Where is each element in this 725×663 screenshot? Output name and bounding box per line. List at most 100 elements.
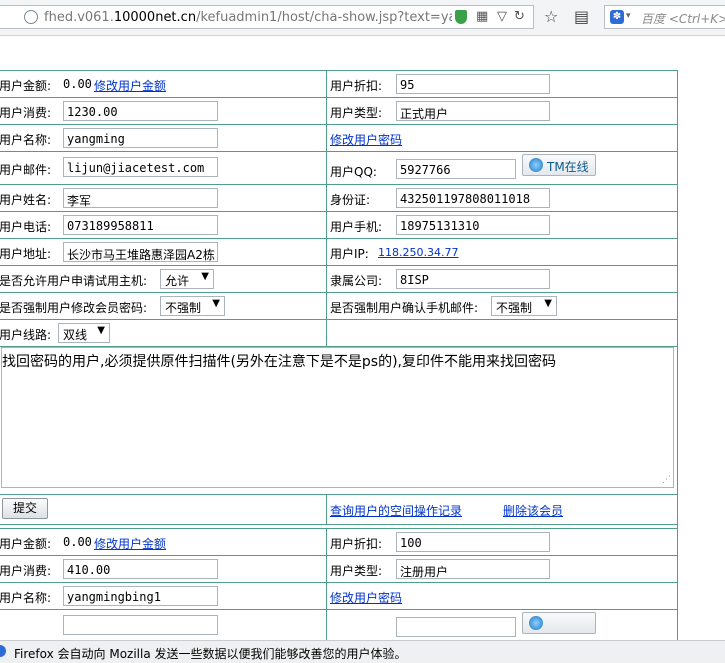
qr-code-icon[interactable]: ▦ xyxy=(476,10,488,24)
url-text[interactable]: fhed.v061.10000net.cn/kefuadmin1/host/ch… xyxy=(44,10,452,25)
phone-label: 用户电话: xyxy=(0,220,52,234)
table-cell: 用户QQ: 5927766 TM在线 xyxy=(328,152,677,184)
spend-input[interactable]: 410.00 xyxy=(63,559,218,579)
info-icon xyxy=(0,645,6,657)
table-row: 用户名称: yangmingbing1 修改用户密码 xyxy=(0,583,677,610)
submit-button[interactable]: 提交 xyxy=(2,498,48,519)
force-mail-select[interactable]: 不强制 ▼ xyxy=(491,296,557,316)
table-cell: 用户手机: 18975131310 xyxy=(328,212,677,238)
trial-select-value: 允许 xyxy=(165,274,190,288)
email-input[interactable] xyxy=(63,615,218,635)
page-content: 用户金额: 0.00 修改用户金额 用户折扣: 95 用户消费: 1230.00… xyxy=(0,62,725,640)
table-row: 用户线路: 双线 ▼ xyxy=(0,320,677,347)
force-password-select-value: 不强制 xyxy=(165,301,202,315)
force-password-select[interactable]: 不强制 ▼ xyxy=(160,296,225,316)
qq-label: 用户QQ: xyxy=(330,165,377,179)
qq-input[interactable] xyxy=(396,617,516,637)
edit-password-link[interactable]: 修改用户密码 xyxy=(330,589,402,606)
table-cell: 用户名称: yangmingbing1 xyxy=(0,583,327,609)
table-row: 是否允许用户申请试用主机: 允许 ▼ 隶属公司: 8ISP xyxy=(0,266,677,293)
table-cell: 用户金额: 0.00 修改用户金额 xyxy=(0,71,327,97)
search-engine-dropdown-icon[interactable]: ▾ xyxy=(626,11,631,21)
address-bar[interactable]: fhed.v061.10000net.cn/kefuadmin1/host/ch… xyxy=(0,5,534,29)
table-cell: 用户类型: 注册用户 xyxy=(328,556,677,582)
name-input[interactable]: yangming xyxy=(63,128,218,148)
table-cell: 用户消费: 1230.00 xyxy=(0,98,327,124)
tm-chat-icon xyxy=(529,616,543,630)
table-row: 用户电话: 073189958811 用户手机: 18975131310 xyxy=(0,212,677,239)
table-row: 用户姓名: 李军 身份证: 432501197808011018 xyxy=(0,185,677,212)
table-cell: 用户类型: 正式用户 xyxy=(328,98,677,124)
type-label: 用户类型: xyxy=(330,106,383,120)
table-cell: 是否允许用户申请试用主机: 允许 ▼ xyxy=(0,266,327,292)
delete-member-link[interactable]: 删除该会员 xyxy=(503,502,563,519)
name-label: 用户名称: xyxy=(0,133,52,147)
notification-bar: Firefox 会自动向 Mozilla 发送一些数据以便我们能够改善您的用户体… xyxy=(0,640,725,663)
query-log-link[interactable]: 查询用户的空间操作记录 xyxy=(330,502,462,519)
email-input[interactable]: lijun@jiacetest.com xyxy=(63,157,218,177)
email-label: 用户邮件: xyxy=(0,163,52,177)
realname-label: 用户姓名: xyxy=(0,193,52,207)
discount-input[interactable]: 95 xyxy=(396,74,550,94)
balance-label: 用户金额: xyxy=(0,537,52,551)
line-select[interactable]: 双线 ▼ xyxy=(58,323,110,343)
ip-label: 用户IP: xyxy=(330,247,369,261)
spend-label: 用户消费: xyxy=(0,564,52,578)
tm-online-button[interactable] xyxy=(522,612,596,634)
phone-input[interactable]: 073189958811 xyxy=(63,215,218,235)
note-textarea[interactable]: 找回密码的用户,必须提供原件扫描件(另外在注意下是不是ps的),复印件不能用来找… xyxy=(1,347,674,488)
idcard-input[interactable]: 432501197808011018 xyxy=(396,188,550,208)
ip-link[interactable]: 118.250.34.77 xyxy=(378,246,458,259)
address-label: 用户地址: xyxy=(0,247,52,261)
edit-balance-link[interactable]: 修改用户金额 xyxy=(94,535,166,552)
chevron-down-icon: ▼ xyxy=(97,325,105,336)
table-row: 找回密码的用户,必须提供原件扫描件(另外在注意下是不是ps的),复印件不能用来找… xyxy=(0,347,677,495)
type-input[interactable]: 正式用户 xyxy=(396,101,550,121)
table-cell: 用户邮件: lijun@jiacetest.com xyxy=(0,152,327,184)
baidu-paw-icon[interactable]: ✽ xyxy=(610,10,624,24)
edit-balance-link[interactable]: 修改用户金额 xyxy=(94,77,166,94)
mobile-input[interactable]: 18975131310 xyxy=(396,215,550,235)
table-row: 是否强制用户修改会员密码: 不强制 ▼ 是否强制用户确认手机邮件: 不强制 ▼ xyxy=(0,293,677,320)
table-cell: 查询用户的空间操作记录 删除该会员 xyxy=(328,495,677,524)
table-cell: 提交 xyxy=(0,495,327,524)
tm-chat-icon xyxy=(529,158,543,172)
balance-label: 用户金额: xyxy=(0,79,52,93)
company-input[interactable]: 8ISP xyxy=(396,269,550,289)
address-input[interactable]: 长沙市马王堆路惠泽园A2栋 xyxy=(63,242,218,262)
shield-icon[interactable] xyxy=(455,10,467,24)
force-mail-label: 是否强制用户确认手机邮件: xyxy=(330,301,479,315)
tm-online-button[interactable]: TM在线 xyxy=(522,154,596,176)
table-cell: 隶属公司: 8ISP xyxy=(328,266,677,292)
reload-icon[interactable]: ↻ xyxy=(514,10,525,24)
type-input[interactable]: 注册用户 xyxy=(396,559,550,579)
table-cell: 用户电话: 073189958811 xyxy=(0,212,327,238)
tab-strip xyxy=(0,36,725,62)
table-row xyxy=(0,610,677,640)
table-row: 用户地址: 长沙市马王堆路惠泽园A2栋 用户IP: 118.250.34.77 xyxy=(0,239,677,266)
type-label: 用户类型: xyxy=(330,564,383,578)
table-row: 用户消费: 1230.00 用户类型: 正式用户 xyxy=(0,98,677,125)
discount-input[interactable]: 100 xyxy=(396,532,550,552)
table-cell: 用户金额: 0.00 修改用户金额 xyxy=(0,529,327,555)
resize-grip-icon[interactable]: ⋰ xyxy=(662,475,671,485)
table-row: 提交 查询用户的空间操作记录 删除该会员 xyxy=(0,495,677,525)
table-row: 用户名称: yangming 修改用户密码 xyxy=(0,125,677,152)
table-cell: 用户地址: 长沙市马王堆路惠泽园A2栋 xyxy=(0,239,327,265)
trial-select[interactable]: 允许 ▼ xyxy=(160,269,214,289)
name-input[interactable]: yangmingbing1 xyxy=(63,586,218,606)
search-bar[interactable]: ✽ ▾ 百度 <Ctrl+K> xyxy=(604,5,725,29)
spend-input[interactable]: 1230.00 xyxy=(63,101,218,121)
table-cell: 用户姓名: 李军 xyxy=(0,185,327,211)
edit-password-link[interactable]: 修改用户密码 xyxy=(330,131,402,148)
realname-input[interactable]: 李军 xyxy=(63,188,218,208)
trial-label: 是否允许用户申请试用主机: xyxy=(0,274,148,288)
line-select-value: 双线 xyxy=(63,328,88,342)
user-table: 用户金额: 0.00 修改用户金额 用户折扣: 95 用户消费: 1230.00… xyxy=(0,70,678,640)
reading-list-icon[interactable]: ▤ xyxy=(574,8,589,26)
bookmark-star-icon[interactable]: ☆ xyxy=(544,8,558,26)
table-row: 用户邮件: lijun@jiacetest.com 用户QQ: 5927766 … xyxy=(0,152,677,185)
qq-input[interactable]: 5927766 xyxy=(396,159,516,179)
dropdown-arrow-icon[interactable]: ▽ xyxy=(497,10,507,24)
line-label: 用户线路: xyxy=(0,328,52,342)
